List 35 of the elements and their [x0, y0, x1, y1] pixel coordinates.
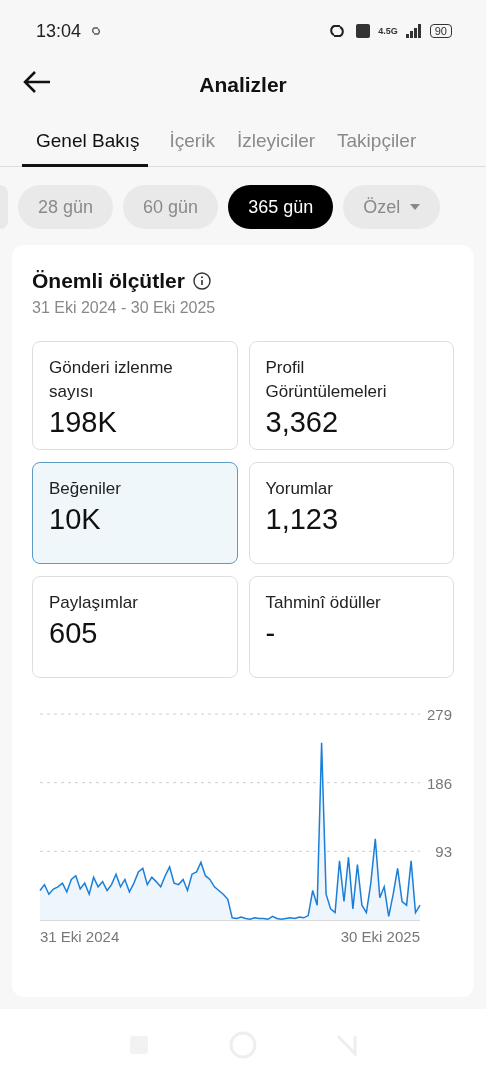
metric-card[interactable]: Profil Görüntülemeleri 3,362: [248, 341, 454, 450]
back-button[interactable]: [22, 70, 52, 94]
info-icon[interactable]: [192, 272, 211, 290]
metric-card[interactable]: Beğeniler 10K: [32, 462, 238, 564]
metric-label: Beğeniler: [49, 478, 122, 500]
metric-value: 605: [49, 617, 99, 650]
date-range: 31 Eki 2024 - 30 Eki 2025: [32, 299, 217, 317]
metric-label: Gönderi izlenme sayısı: [49, 357, 174, 403]
metric-label: Tahminî ödüller: [265, 592, 382, 614]
metric-card[interactable]: Gönderi izlenme sayısı 198K: [32, 341, 238, 450]
y-tick-label: 186: [426, 774, 452, 792]
metric-value: 1,123: [265, 503, 340, 536]
page-title: Analizler: [199, 73, 287, 97]
range-chip[interactable]: 365 gün: [228, 185, 334, 229]
battery-level: 90: [429, 24, 452, 38]
metric-card[interactable]: Yorumlar 1,123: [248, 462, 454, 564]
status-time: 13:04: [36, 20, 82, 42]
metric-card[interactable]: Paylaşımlar 605: [32, 576, 238, 678]
metric-label: Yorumlar: [265, 478, 334, 500]
caret-icon: [410, 204, 421, 210]
metric-label: Profil Görüntülemeleri: [265, 357, 388, 403]
metric-value: -: [265, 617, 277, 650]
metric-label: Paylaşımlar: [49, 592, 139, 614]
tab[interactable]: Genel Bakış: [22, 120, 148, 167]
metric-value: 10K: [49, 503, 102, 536]
y-tick-label: 279: [426, 706, 452, 723]
y-tick-label: 93: [435, 843, 452, 861]
x-axis-label: 31 Eki 2024: [40, 928, 120, 944]
metric-card[interactable]: Tahminî ödüller -: [248, 576, 454, 678]
card-title: Önemli ölçütler: [32, 269, 185, 293]
signal-icon: [405, 24, 422, 38]
metric-value: 3,362: [265, 406, 340, 439]
network-type: 4.5G: [378, 26, 398, 36]
metric-value: 198K: [49, 406, 118, 439]
x-axis-label: 30 Eki 2025: [340, 928, 420, 944]
